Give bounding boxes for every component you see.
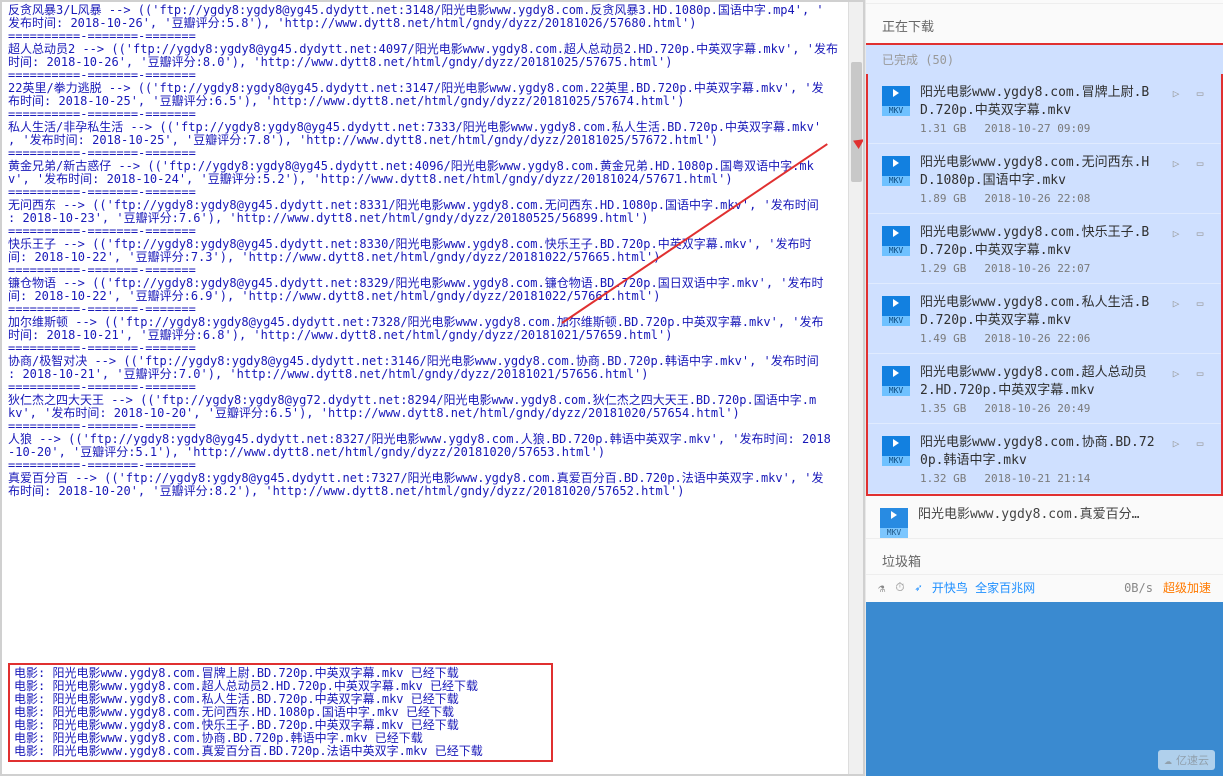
watermark-text: 亿速云 <box>1176 752 1209 768</box>
list-item[interactable]: MKV 阳光电影www.ygdy8.com.协商.BD.720p.韩语中字.mkv… <box>868 424 1221 494</box>
boost-link[interactable]: 超级加速 <box>1163 579 1211 596</box>
file-ext-label: MKV <box>882 106 910 116</box>
vertical-scrollbar[interactable] <box>848 2 863 774</box>
list-item[interactable]: MKV 阳光电影www.ygdy8.com.无问西东.HD.1080p.国语中字.… <box>868 144 1221 214</box>
file-time: 2018-10-26 20:49 <box>984 402 1090 415</box>
file-ext-label: MKV <box>882 176 910 186</box>
file-name: 阳光电影www.ygdy8.com.冒牌上尉.BD.720p.中英双字幕.mkv <box>920 84 1159 120</box>
file-ext-label: MKV <box>880 528 908 538</box>
open-folder-icon[interactable] <box>1193 436 1207 450</box>
file-type-icon: MKV <box>882 436 910 466</box>
open-folder-icon[interactable] <box>1193 366 1207 380</box>
cloud-icon: ☁ <box>1164 753 1172 768</box>
completed-section-header[interactable]: 已完成 (50) <box>866 43 1223 74</box>
open-folder-icon[interactable] <box>1193 296 1207 310</box>
play-button-icon[interactable] <box>1169 366 1183 380</box>
file-size: 1.35 GB <box>920 402 966 415</box>
file-name: 阳光电影www.ygdy8.com.超人总动员2.HD.720p.中英双字幕.m… <box>920 364 1159 400</box>
play-button-icon[interactable] <box>1169 156 1183 170</box>
clock-icon[interactable]: ⏱ <box>895 580 904 595</box>
file-type-icon: MKV <box>882 366 910 396</box>
downloaded-summary-box: 电影: 阳光电影www.ygdy8.com.冒牌上尉.BD.720p.中英双字幕… <box>8 663 553 762</box>
speed-value: 0B/s <box>1124 581 1153 595</box>
file-ext-label: MKV <box>882 316 910 326</box>
file-time: 2018-10-26 22:07 <box>984 262 1090 275</box>
completed-list: MKV 阳光电影www.ygdy8.com.冒牌上尉.BD.720p.中英双字幕.… <box>866 74 1223 496</box>
console-panel: 反贪风暴3/L风暴 --> (('ftp://ygdy8:ygdy8@yg45.… <box>0 0 865 776</box>
play-button-icon[interactable] <box>1169 226 1183 240</box>
file-size: 1.31 GB <box>920 122 966 135</box>
status-bar: ⚗ ⏱ ➶ 开快鸟 全家百兆网 0B/s 超级加速 <box>866 574 1223 600</box>
play-button-icon[interactable] <box>1169 436 1183 450</box>
file-size: 1.32 GB <box>920 472 966 485</box>
file-type-icon: MKV <box>882 156 910 186</box>
file-time: 2018-10-21 21:14 <box>984 472 1090 485</box>
scrollbar-thumb[interactable] <box>851 62 862 182</box>
console-output: 反贪风暴3/L风暴 --> (('ftp://ygdy8:ygdy8@yg45.… <box>2 2 863 500</box>
file-ext-label: MKV <box>882 246 910 256</box>
list-item[interactable]: MKV 阳光电影www.ygdy8.com.超人总动员2.HD.720p.中英双字… <box>868 354 1221 424</box>
play-icon <box>893 439 899 447</box>
file-name: 阳光电影www.ygdy8.com.快乐王子.BD.720p.中英双字幕.mkv <box>920 224 1159 260</box>
bird-text[interactable]: 开快鸟 全家百兆网 <box>932 579 1035 596</box>
play-button-icon[interactable] <box>1169 296 1183 310</box>
file-type-icon: MKV <box>882 86 910 116</box>
play-icon <box>893 299 899 307</box>
file-time: 2018-10-26 22:08 <box>984 192 1090 205</box>
list-item-peek[interactable]: MKV 阳光电影www.ygdy8.com.真爱百分… <box>866 496 1223 538</box>
play-icon <box>893 369 899 377</box>
file-ext-label: MKV <box>882 386 910 396</box>
flask-icon[interactable]: ⚗ <box>878 581 885 595</box>
file-name: 阳光电影www.ygdy8.com.协商.BD.720p.韩语中字.mkv <box>920 434 1159 470</box>
file-name: 阳光电影www.ygdy8.com.私人生活.BD.720p.中英双字幕.mkv <box>920 294 1159 330</box>
file-type-icon: MKV <box>882 296 910 326</box>
play-icon <box>893 229 899 237</box>
download-manager-panel: 正在下载 已完成 (50) MKV 阳光电影www.ygdy8.com.冒牌上尉.… <box>865 0 1223 776</box>
open-folder-icon[interactable] <box>1193 86 1207 100</box>
file-type-icon: MKV <box>882 226 910 256</box>
list-item[interactable]: MKV 阳光电影www.ygdy8.com.私人生活.BD.720p.中英双字幕.… <box>868 284 1221 354</box>
file-size: 1.89 GB <box>920 192 966 205</box>
play-icon <box>893 159 899 167</box>
file-type-icon: MKV <box>880 508 908 538</box>
bird-icon[interactable]: ➶ <box>915 581 922 595</box>
file-time: 2018-10-27 09:09 <box>984 122 1090 135</box>
play-button-icon[interactable] <box>1169 86 1183 100</box>
file-name: 阳光电影www.ygdy8.com.真爱百分… <box>918 506 1209 524</box>
list-item[interactable]: MKV 阳光电影www.ygdy8.com.冒牌上尉.BD.720p.中英双字幕.… <box>868 74 1221 144</box>
file-size: 1.29 GB <box>920 262 966 275</box>
list-item[interactable]: MKV 阳光电影www.ygdy8.com.快乐王子.BD.720p.中英双字幕.… <box>868 214 1221 284</box>
watermark: ☁ 亿速云 <box>1158 750 1215 770</box>
file-name: 阳光电影www.ygdy8.com.无问西东.HD.1080p.国语中字.mkv <box>920 154 1159 190</box>
open-folder-icon[interactable] <box>1193 156 1207 170</box>
tab-downloading[interactable]: 正在下载 <box>866 4 1223 43</box>
play-icon <box>893 89 899 97</box>
file-ext-label: MKV <box>882 456 910 466</box>
file-time: 2018-10-26 22:06 <box>984 332 1090 345</box>
file-size: 1.49 GB <box>920 332 966 345</box>
play-icon <box>891 511 897 519</box>
open-folder-icon[interactable] <box>1193 226 1207 240</box>
